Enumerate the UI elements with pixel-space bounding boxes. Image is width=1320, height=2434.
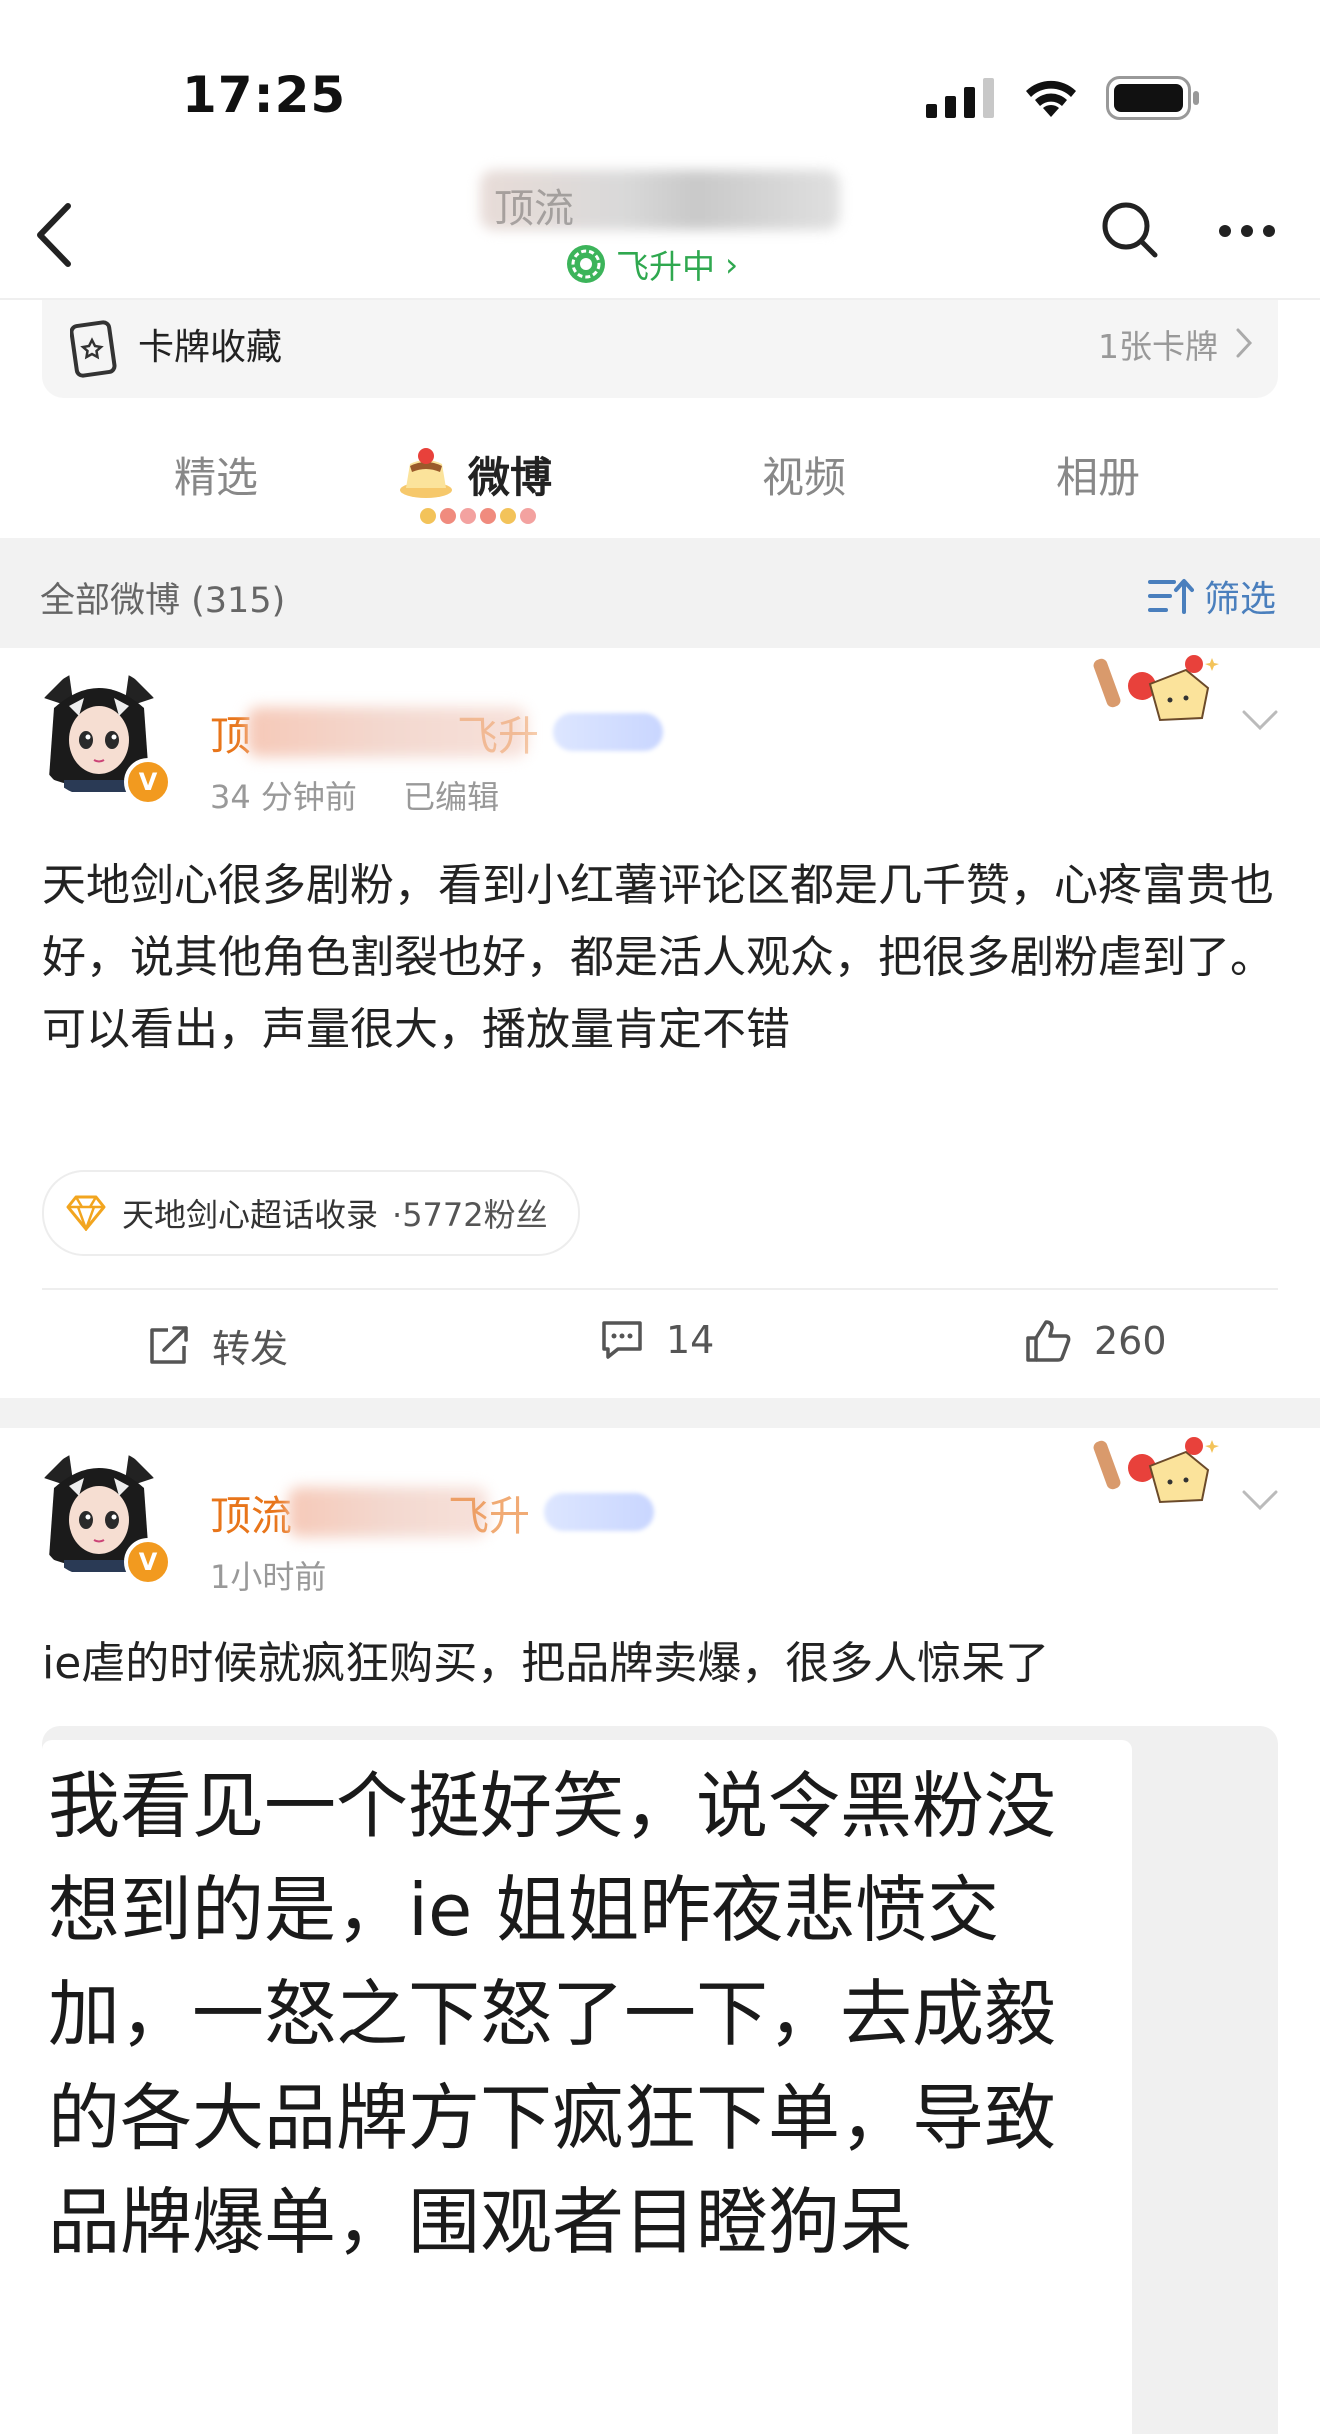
profile-title-text: 顶流: [494, 186, 574, 232]
more-icon[interactable]: [1218, 224, 1276, 238]
post-2-menu-chevron-icon[interactable]: [1240, 1480, 1280, 1520]
topic-name: 天地剑心超话收录: [122, 1196, 379, 1234]
post-2-username[interactable]: 顶流 飞升: [210, 1482, 654, 1542]
tab-video[interactable]: 视频: [762, 444, 846, 505]
status-time: 17:25: [182, 66, 347, 124]
status-icons: [926, 76, 1200, 120]
user-level-badge: [553, 713, 663, 751]
post-1-username[interactable]: 顶 飞升: [210, 702, 663, 762]
profile-status-link[interactable]: 飞升中 ›: [566, 240, 738, 288]
profile-status-arrow: ›: [725, 244, 739, 284]
diamond-icon: [66, 1195, 106, 1231]
post-2-avatar[interactable]: V: [34, 1448, 172, 1586]
back-chevron-icon[interactable]: [30, 200, 80, 270]
post-1-menu-chevron-icon[interactable]: [1240, 700, 1280, 740]
signal-icon: [926, 78, 994, 118]
post-2-username-tail: 飞升: [448, 1492, 530, 1540]
topic-fans: ·5772粉丝: [392, 1196, 548, 1234]
chevron-right-icon: [1236, 328, 1253, 358]
user-level-badge: [544, 1493, 654, 1531]
dessert-decoration-icon: [1093, 1437, 1219, 1504]
search-icon[interactable]: [1100, 200, 1160, 260]
card-collection-label: 卡牌收藏: [138, 327, 283, 368]
post-1-avatar[interactable]: V: [34, 668, 172, 806]
post-2-image[interactable]: 我看见一个挺好笑，说令黑粉没想到的是，ie 姐姐昨夜悲愤交加，一怒之下怒了一下，…: [42, 1726, 1278, 2434]
pudding-icon: [400, 448, 452, 498]
verified-badge: V: [124, 758, 172, 806]
verified-badge: V: [124, 1538, 172, 1586]
repost-button[interactable]: 转发: [146, 1318, 288, 1373]
filter-button[interactable]: 筛选: [1147, 570, 1276, 622]
tab-featured[interactable]: 精选: [174, 444, 258, 505]
repost-icon: [150, 1325, 188, 1364]
post-1-action-divider: [42, 1288, 1278, 1290]
battery-icon: [1106, 76, 1199, 120]
post-1-time: 34 分钟前: [210, 778, 357, 816]
post-2-username-text: 顶流: [210, 1492, 292, 1540]
comment-button[interactable]: 14: [600, 1318, 714, 1362]
post-1-username-tail: 飞升: [457, 712, 539, 760]
post-2-image-text: 我看见一个挺好笑，说令黑粉没想到的是，ie 姐姐昨夜悲愤交加，一怒之下怒了一下，…: [48, 1764, 1057, 2264]
post-separator: [0, 1398, 1320, 1428]
post-1-edited: 已编辑: [403, 778, 500, 816]
tab-decoration: [420, 508, 536, 524]
post-1-username-text: 顶: [210, 712, 251, 760]
filter-label: 筛选: [1203, 579, 1276, 620]
card-icon: [70, 320, 117, 378]
flower-badge-icon: [567, 245, 605, 283]
post-1-meta: 34 分钟前 已编辑: [210, 772, 499, 818]
tab-album[interactable]: 相册: [1056, 444, 1140, 505]
comment-count: 14: [666, 1318, 715, 1362]
post-1-topic-pill[interactable]: 天地剑心超话收录 ·5772粉丝: [42, 1170, 580, 1256]
post-2-image-content: 我看见一个挺好笑，说令黑粉没想到的是，ie 姐姐昨夜悲愤交加，一怒之下怒了一下，…: [42, 1740, 1132, 2434]
repost-label: 转发: [212, 1327, 289, 1371]
all-weibo-count: 全部微博 (315): [40, 581, 286, 621]
post-2-text: ie虐的时候就疯狂购买，把品牌卖爆，很多人惊呆了: [42, 1638, 1050, 1689]
comment-icon: [602, 1321, 642, 1359]
like-button[interactable]: 260: [1024, 1318, 1167, 1364]
dessert-decoration-icon: [1093, 655, 1219, 722]
tab-weibo[interactable]: 微博: [468, 444, 552, 505]
wifi-icon: [1026, 80, 1076, 117]
filter-icon: [1147, 579, 1194, 614]
like-count: 260: [1094, 1319, 1167, 1363]
profile-title: 顶流: [480, 170, 840, 232]
post-2-time: 1小时前: [210, 1558, 327, 1596]
card-collection-count: 1张卡牌: [1098, 327, 1218, 366]
post-1-text: 天地剑心很多剧粉，看到小红薯评论区都是几千赞，心疼富贵也好，说其他角色割裂也好，…: [42, 860, 1274, 1055]
thumbs-up-icon: [1026, 1320, 1071, 1362]
filter-bar: 全部微博 (315) 筛选: [0, 538, 1320, 648]
profile-status-text: 飞升中: [616, 247, 715, 286]
card-collection-row[interactable]: 卡牌收藏 1张卡牌: [42, 300, 1278, 398]
